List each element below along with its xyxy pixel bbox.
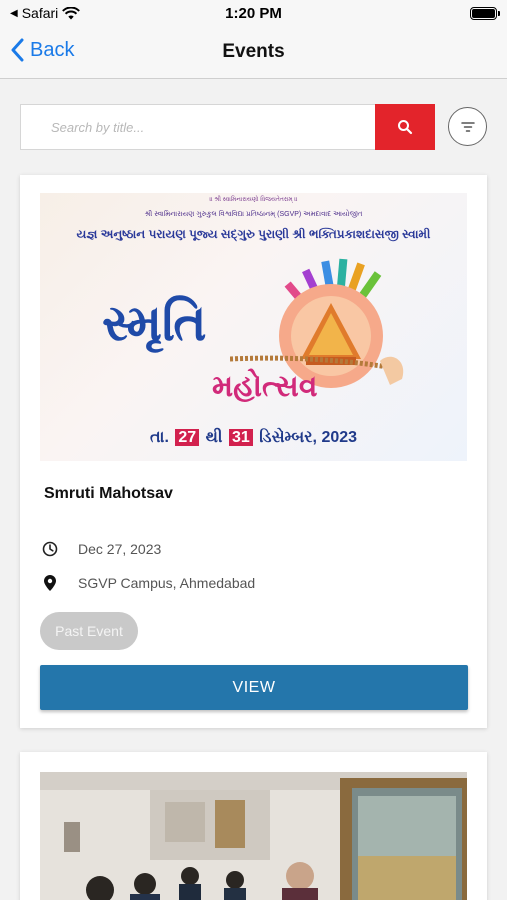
- search-input[interactable]: [21, 105, 376, 149]
- poster-line-2: શ્રી સ્વામિનારાયણ ગુરુકુલ વિશ્વવિદ્યા પ્…: [144, 211, 363, 218]
- nav-bar: Back Events: [0, 26, 507, 79]
- location-pin-icon: [42, 575, 58, 591]
- poster-sub-text: મહોત્સવ: [212, 369, 318, 404]
- poster-date-to: 31: [228, 429, 253, 446]
- view-button[interactable]: VIEW: [40, 665, 468, 710]
- status-bar: ◀ Safari 1:20 PM: [0, 0, 507, 26]
- event-title: Smruti Mahotsav: [44, 485, 173, 502]
- page-title: Events: [222, 41, 285, 62]
- poster-date: તા. 27 થી 31 ડિસેમ્બર, 2023: [40, 429, 467, 447]
- poster-date-from: 27: [175, 429, 200, 446]
- event-card[interactable]: [20, 752, 487, 900]
- status-time: 1:20 PM: [225, 5, 282, 22]
- event-poster-image[interactable]: ॥ શ્રી સ્વામિનારાયણો વિજયતેતરામ્ ॥ શ્રી …: [40, 193, 467, 461]
- poster-date-prefix: તા.: [149, 429, 169, 446]
- event-card[interactable]: ॥ શ્રી સ્વામિનારાયણો વિજયતેતરામ્ ॥ શ્રી …: [20, 175, 487, 728]
- battery-icon: [470, 7, 500, 20]
- search-icon: [398, 120, 413, 135]
- search-bar: [20, 104, 435, 150]
- filter-button[interactable]: [448, 107, 487, 146]
- search-button[interactable]: [375, 104, 435, 150]
- poster-main-text: સ્મૃતિ: [102, 293, 207, 352]
- event-location-row: SGVP Campus, Ahmedabad: [42, 575, 255, 591]
- poster-date-suffix: ડિસેમ્બર, 2023: [259, 429, 358, 446]
- poster-date-mid: થી: [205, 429, 223, 446]
- clock-icon: [42, 541, 58, 557]
- event-photo-image[interactable]: [40, 772, 467, 900]
- past-event-badge: Past Event: [40, 612, 138, 650]
- gallery-photo-illustration: [40, 772, 467, 900]
- poster-line-3: યજ્ઞ અનુષ્ઠાન પરાયણ પૂજ્ય સદ્‌ગુરુ પુરાણ…: [76, 227, 431, 241]
- event-location: SGVP Campus, Ahmedabad: [78, 575, 256, 591]
- event-date: Dec 27, 2023: [78, 541, 162, 557]
- poster-line-1: ॥ શ્રી સ્વામિનારાયણો વિજયતેતરામ્ ॥: [209, 197, 298, 203]
- filter-icon: [460, 121, 475, 132]
- event-date-row: Dec 27, 2023: [42, 541, 161, 557]
